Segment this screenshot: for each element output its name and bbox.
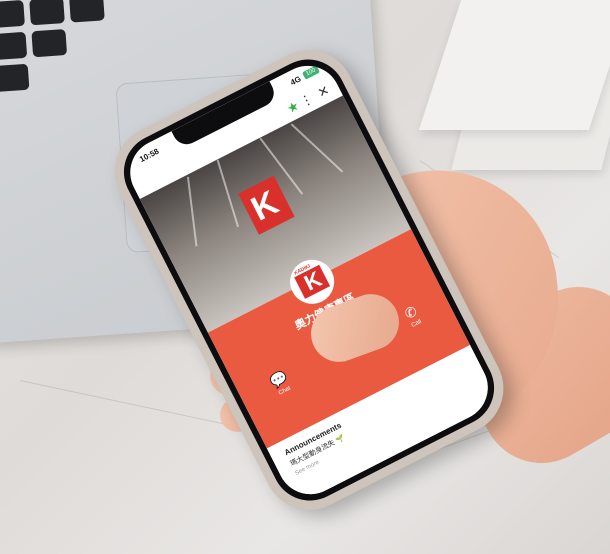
action-chat[interactable]: 💬 Chat — [256, 362, 306, 403]
chat-button-label: Chat — [405, 466, 425, 483]
photo-scene: 10:58 4G 100 ★ ⋮ ✕ K KADIKI K 💬 Chat ✆ C… — [0, 0, 610, 554]
status-network: 4G — [288, 74, 303, 88]
battery-icon: 100 — [302, 65, 320, 80]
book — [418, 0, 610, 130]
close-icon[interactable]: ✕ — [315, 82, 332, 101]
status-time: 10:58 — [138, 146, 161, 165]
laptop-keyboard — [0, 0, 195, 93]
chat-icon: 💬 — [394, 474, 410, 489]
